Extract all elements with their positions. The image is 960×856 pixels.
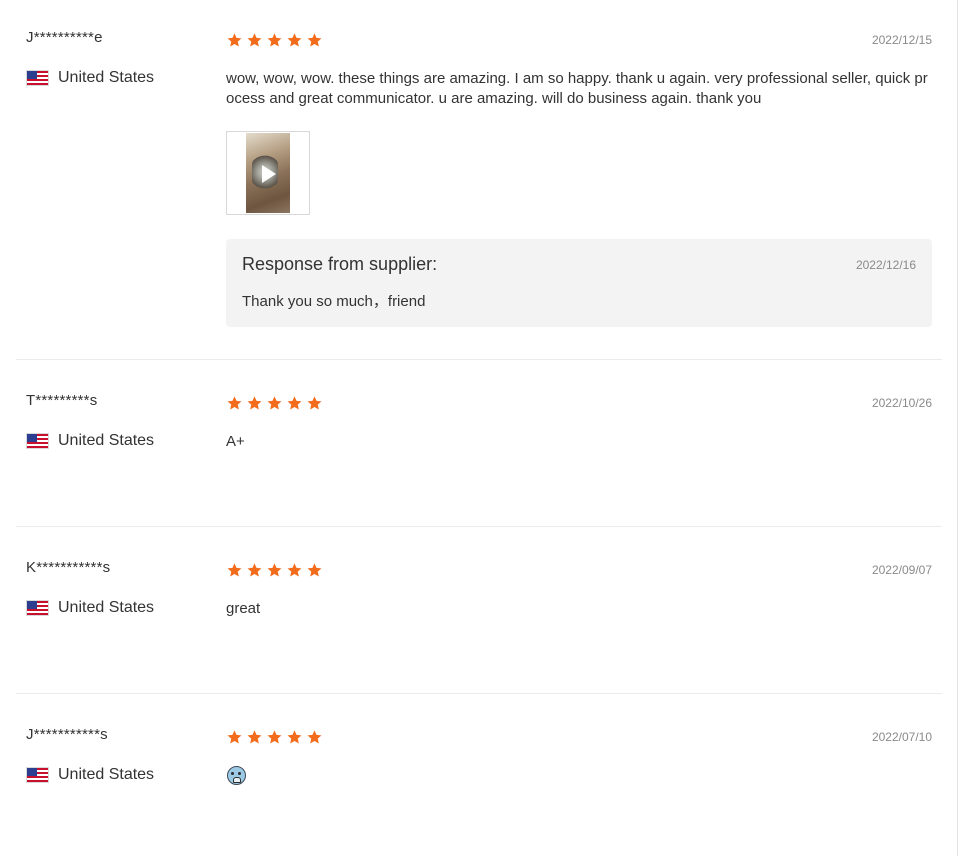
scroll-edge-divider — [957, 0, 958, 856]
star-icon — [266, 729, 283, 746]
country-label: United States — [58, 599, 155, 616]
review-text: A+ — [226, 433, 245, 450]
buyer-country: United States — [26, 599, 154, 617]
star-icon — [226, 729, 243, 746]
us-flag-icon — [26, 767, 49, 783]
star-icon — [266, 562, 283, 579]
review-text: great — [226, 600, 261, 617]
buyer-name: J**********e — [26, 29, 103, 46]
review-video-thumbnail[interactable] — [226, 131, 310, 215]
star-icon — [246, 32, 263, 49]
supplier-response-date: 2022/12/16 — [855, 258, 916, 272]
star-rating — [226, 729, 323, 746]
crying-face-emoji-icon — [227, 766, 246, 785]
star-icon — [306, 729, 323, 746]
country-label: United States — [58, 432, 155, 449]
country-label: United States — [58, 766, 155, 783]
star-icon — [226, 562, 243, 579]
star-icon — [226, 395, 243, 412]
star-icon — [226, 32, 243, 49]
star-icon — [246, 395, 263, 412]
star-icon — [246, 729, 263, 746]
us-flag-icon — [26, 600, 49, 616]
us-flag-icon — [26, 70, 49, 86]
star-icon — [286, 32, 303, 49]
buyer-name: T*********s — [26, 392, 98, 409]
star-icon — [286, 729, 303, 746]
country-label: United States — [58, 69, 155, 86]
supplier-response: Response from supplier: 2022/12/16 Thank… — [226, 239, 932, 327]
buyer-name: K***********s — [26, 559, 111, 576]
review-date: 2022/07/10 — [871, 730, 932, 744]
review-text: wow, wow, wow. these things are amazing.… — [226, 70, 928, 107]
star-rating — [226, 395, 323, 412]
star-icon — [266, 32, 283, 49]
star-icon — [266, 395, 283, 412]
star-icon — [246, 562, 263, 579]
star-rating — [226, 32, 323, 49]
review-date: 2022/10/26 — [871, 396, 932, 410]
review-item: J***********s United States 2022/07/10 — [16, 694, 942, 856]
buyer-country: United States — [26, 69, 154, 87]
star-icon — [306, 395, 323, 412]
star-icon — [306, 562, 323, 579]
star-icon — [286, 562, 303, 579]
review-item: J**********e United States 2022/12/15 wo… — [16, 0, 942, 360]
star-icon — [306, 32, 323, 49]
review-item: K***********s United States 2022/09/07 g… — [16, 527, 942, 694]
buyer-name: J***********s — [26, 726, 108, 743]
star-icon — [286, 395, 303, 412]
us-flag-icon — [26, 433, 49, 449]
buyer-country: United States — [26, 766, 154, 784]
buyer-country: United States — [26, 432, 154, 450]
play-icon[interactable] — [262, 165, 276, 183]
star-rating — [226, 562, 323, 579]
review-date: 2022/12/15 — [871, 33, 932, 47]
supplier-response-text: Thank you so much，friend — [242, 293, 426, 310]
supplier-response-title: Response from supplier: — [242, 254, 438, 274]
review-date: 2022/09/07 — [871, 563, 932, 577]
review-item: T*********s United States 2022/10/26 A+ — [16, 360, 942, 527]
